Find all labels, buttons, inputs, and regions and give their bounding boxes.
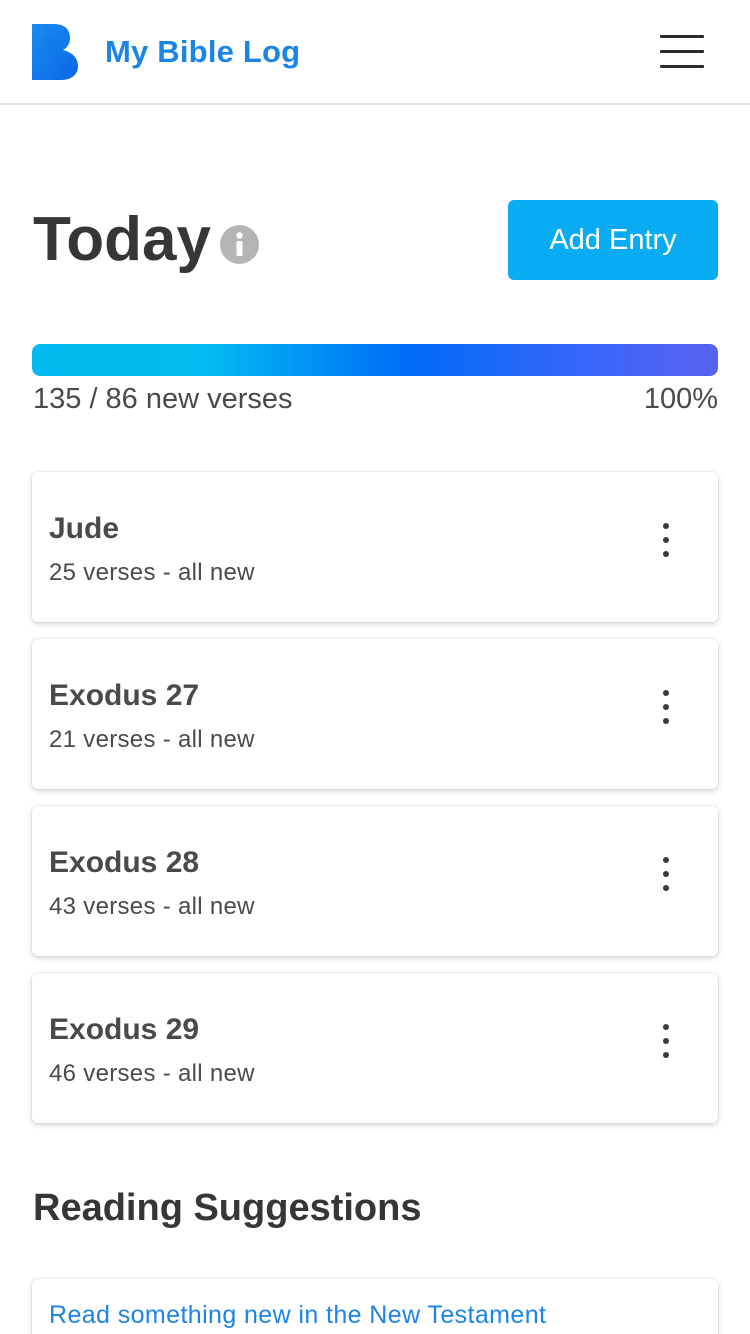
- app-name: My Bible Log: [105, 34, 301, 69]
- progress-percent: 100%: [643, 383, 718, 415]
- more-options-icon[interactable]: [652, 1021, 680, 1061]
- entry-card[interactable]: Jude 25 verses - all new: [32, 472, 718, 622]
- entry-card[interactable]: Exodus 29 46 verses - all new: [32, 973, 718, 1123]
- progress-bar: [32, 344, 718, 376]
- entry-card[interactable]: Exodus 27 21 verses - all new: [32, 639, 718, 789]
- progress-bar-fill: [32, 344, 718, 376]
- add-entry-button[interactable]: Add Entry: [508, 200, 718, 280]
- menu-bar: [660, 50, 704, 53]
- menu-bar: [660, 35, 704, 38]
- page: My Bible Log Today Add Entry 135 / 86 ne…: [0, 0, 750, 1334]
- more-options-icon[interactable]: [652, 687, 680, 727]
- entry-title: Exodus 28: [49, 846, 200, 879]
- suggestion-card: Read something new in the New Testament: [32, 1279, 718, 1334]
- suggestion-link[interactable]: Read something new in the New Testament: [49, 1301, 546, 1330]
- brand-link[interactable]: My Bible Log: [32, 24, 300, 80]
- entry-title: Jude: [49, 512, 120, 545]
- info-icon[interactable]: [220, 225, 259, 264]
- entry-card[interactable]: Exodus 28 43 verses - all new: [32, 806, 718, 956]
- entry-subtitle: 43 verses - all new: [49, 893, 255, 920]
- more-options-icon[interactable]: [652, 520, 680, 560]
- navbar: My Bible Log: [0, 0, 750, 105]
- entry-subtitle: 46 verses - all new: [49, 1060, 255, 1087]
- menu-bar: [660, 65, 704, 68]
- entry-subtitle: 25 verses - all new: [49, 559, 255, 586]
- entry-title: Exodus 29: [49, 1013, 200, 1046]
- entry-list: Jude 25 verses - all new Exodus 27 21 ve…: [32, 472, 718, 1140]
- more-options-icon[interactable]: [652, 854, 680, 894]
- entry-subtitle: 21 verses - all new: [49, 726, 255, 753]
- hamburger-menu-icon[interactable]: [656, 32, 706, 72]
- page-title: Today: [33, 205, 211, 274]
- entry-title: Exodus 27: [49, 679, 200, 712]
- progress-label: 135 / 86 new verses: [33, 383, 293, 415]
- suggestions-heading: Reading Suggestions: [33, 1187, 422, 1229]
- bible-log-logo-icon: [32, 24, 78, 80]
